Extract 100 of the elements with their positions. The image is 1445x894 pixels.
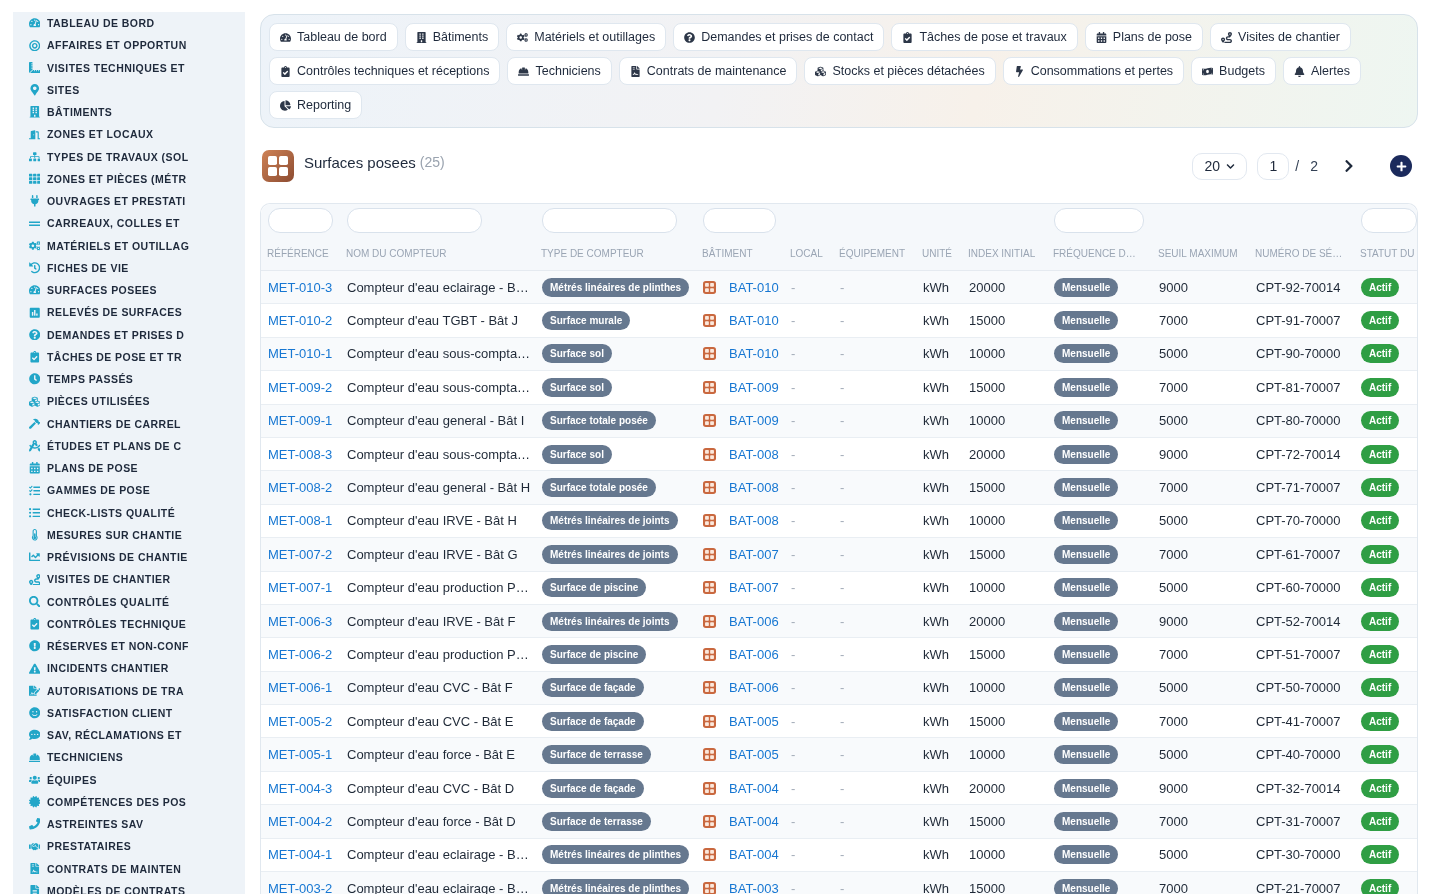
building-link[interactable]: BAT-006 [729,680,779,696]
nav-tab[interactable]: Budgets [1191,57,1276,85]
sidebar-item[interactable]: SITES [13,78,245,101]
building-link[interactable]: BAT-008 [729,446,779,462]
reference-link[interactable]: MET-009-2 [268,379,333,395]
nav-tab[interactable]: Contrôles techniques et réceptions [269,57,501,85]
building-link[interactable]: BAT-008 [729,480,779,496]
sidebar-item[interactable]: INCIDENTS CHANTIER [13,657,245,680]
building-link[interactable]: BAT-008 [729,513,779,529]
reference-link[interactable]: MET-003-2 [268,880,333,894]
building-link[interactable]: BAT-005 [729,747,779,763]
sidebar-item[interactable]: MESURES SUR CHANTIE [13,523,245,546]
sidebar-item[interactable]: VISITES TECHNIQUES ET [13,56,245,79]
nav-tab[interactable]: Visites de chantier [1210,23,1351,51]
sidebar-item[interactable]: MATÉRIELS ET OUTILLAG [13,234,245,257]
nav-tab[interactable]: Contrats de maintenance [618,57,798,85]
reference-link[interactable]: MET-010-1 [268,346,333,362]
building-link[interactable]: BAT-010 [729,279,779,295]
nav-tab[interactable]: Matériels et outillages [506,23,667,51]
reference-link[interactable]: MET-010-3 [268,279,333,295]
reference-link[interactable]: MET-010-2 [268,313,333,329]
reference-link[interactable]: MET-009-1 [268,413,333,429]
reference-link[interactable]: MET-008-2 [268,480,333,496]
sidebar-item[interactable]: AUTORISATIONS DE TRA [13,679,245,702]
building-link[interactable]: BAT-010 [729,313,779,329]
sidebar-item[interactable]: SURFACES POSEES [13,279,245,302]
sidebar-item[interactable]: CHANTIERS DE CARREL [13,412,245,435]
filter-field[interactable] [347,207,482,233]
building-link[interactable]: BAT-007 [729,546,779,562]
sidebar-item[interactable]: COMPÉTENCES DES POS [13,790,245,813]
sidebar-item[interactable]: SAV, RÉCLAMATIONS ET [13,724,245,747]
reference-link[interactable]: MET-008-1 [268,513,333,529]
sidebar-item[interactable]: ÉQUIPES [13,768,245,791]
sidebar-item[interactable]: CARREAUX, COLLES ET [13,212,245,235]
sidebar-item[interactable]: OUVRAGES ET PRESTATI [13,190,245,213]
sidebar-item[interactable]: TEMPS PASSÉS [13,368,245,391]
sidebar-item[interactable]: GAMMES DE POSE [13,479,245,502]
sidebar-item[interactable]: AFFAIRES ET OPPORTUN [13,34,245,57]
sidebar-item[interactable]: RÉSERVES ET NON-CONF [13,635,245,658]
filter-field[interactable] [1054,207,1144,233]
page-number-field[interactable]: 1 [1257,152,1290,180]
sidebar-item[interactable]: ASTREINTES SAV [13,813,245,836]
nav-tab[interactable]: Plans de pose [1084,23,1204,51]
reference-link[interactable]: MET-008-3 [268,446,333,462]
reference-link[interactable]: MET-006-3 [268,613,333,629]
building-link[interactable]: BAT-006 [729,613,779,629]
reference-link[interactable]: MET-005-2 [268,713,333,729]
sidebar-item[interactable]: PRÉVISIONS DE CHANTIE [13,546,245,569]
reference-link[interactable]: MET-004-1 [268,847,333,863]
add-button[interactable] [1390,155,1412,177]
building-link[interactable]: BAT-006 [729,647,779,662]
sidebar-item[interactable]: ÉTUDES ET PLANS DE C [13,434,245,457]
reference-link[interactable]: MET-007-1 [268,580,333,596]
filter-field[interactable] [268,207,333,233]
sidebar-item[interactable]: BÂTIMENTS [13,101,245,124]
sidebar-item[interactable]: CONTRATS DE MAINTEN [13,857,245,880]
sidebar-item[interactable]: TÂCHES DE POSE ET TR [13,345,245,368]
nav-tab[interactable]: Bâtiments [404,23,500,51]
nav-tab[interactable]: Consommations et pertes [1002,57,1185,85]
building-link[interactable]: BAT-009 [729,413,779,429]
reference-link[interactable]: MET-005-1 [268,747,333,763]
sidebar-item[interactable]: CHECK-LISTS QUALITÉ [13,501,245,524]
nav-tab[interactable]: Tableau de bord [269,23,398,51]
nav-tab[interactable]: Demandes et prises de contact [673,23,885,51]
sidebar-item[interactable]: DEMANDES ET PRISES D [13,323,245,346]
page-size-select[interactable]: 20 [1192,152,1248,180]
filter-field[interactable] [542,207,677,233]
sidebar-item[interactable]: CONTRÔLES TECHNIQUE [13,612,245,635]
sidebar-item[interactable]: FICHES DE VIE [13,256,245,279]
reference-link[interactable]: MET-004-3 [268,780,333,796]
reference-link[interactable]: MET-006-1 [268,680,333,696]
reference-link[interactable]: MET-004-2 [268,813,333,829]
sidebar-item[interactable]: TABLEAU DE BORD [13,12,245,35]
nav-tab[interactable]: Techniciens [507,57,612,85]
sidebar-item[interactable]: SATISFACTION CLIENT [13,701,245,724]
sidebar-item[interactable]: RELEVÉS DE SURFACES [13,301,245,324]
nav-tab[interactable]: Stocks et pièces détachées [804,57,996,85]
sidebar-item[interactable]: PRESTATAIRES [13,835,245,858]
building-link[interactable]: BAT-010 [729,346,779,362]
building-link[interactable]: BAT-004 [729,813,779,829]
sidebar-item[interactable]: VISITES DE CHANTIER [13,568,245,591]
building-link[interactable]: BAT-004 [729,847,779,863]
building-link[interactable]: BAT-004 [729,780,779,796]
filter-field[interactable] [1361,207,1417,233]
sidebar-item[interactable]: PLANS DE POSE [13,457,245,480]
building-link[interactable]: BAT-003 [729,880,779,894]
nav-tab[interactable]: Tâches de pose et travaux [891,23,1078,51]
sidebar-item[interactable]: ZONES ET LOCAUX [13,123,245,146]
filter-field[interactable] [703,207,776,233]
sidebar-item[interactable]: ZONES ET PIÈCES (MÉTR [13,167,245,190]
building-link[interactable]: BAT-009 [729,379,779,395]
reference-link[interactable]: MET-007-2 [268,546,333,562]
sidebar-item[interactable]: PIÈCES UTILISÉES [13,390,245,413]
reference-link[interactable]: MET-006-2 [268,647,333,662]
nav-tab[interactable]: Alertes [1283,57,1361,85]
building-link[interactable]: BAT-005 [729,713,779,729]
nav-tab[interactable]: Reporting [269,91,363,119]
building-link[interactable]: BAT-007 [729,580,779,596]
sidebar-item[interactable]: CONTRÔLES QUALITÉ [13,590,245,613]
sidebar-item[interactable]: TYPES DE TRAVAUX (SOL [13,145,245,168]
